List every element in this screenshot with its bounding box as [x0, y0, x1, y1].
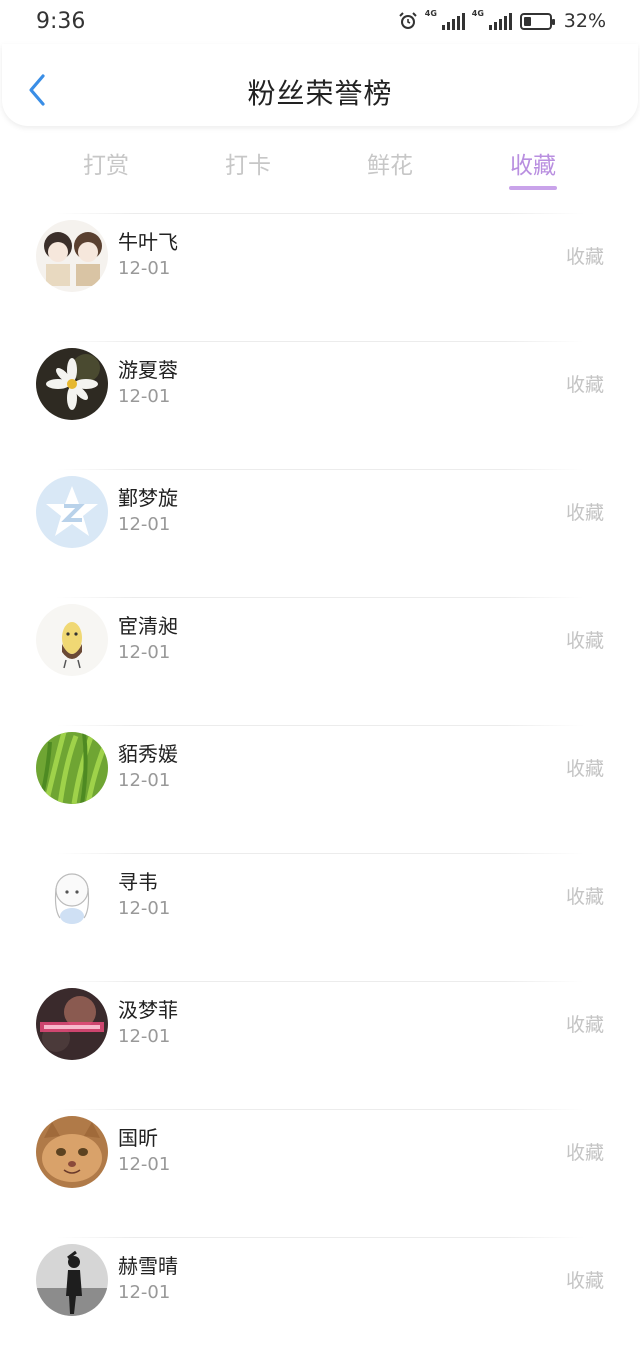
avatar [36, 732, 108, 804]
network-type-1: 4G [424, 8, 437, 18]
list-item[interactable]: 赫雪晴 12-01 收藏 [0, 1220, 640, 1348]
list-item[interactable]: 汲梦菲 12-01 收藏 [0, 964, 640, 1092]
avatar [36, 220, 108, 292]
tab-reward[interactable]: 打赏 [36, 146, 176, 180]
fan-name: 赫雪晴 [118, 1254, 178, 1278]
fan-date: 12-01 [118, 898, 171, 919]
list-item[interactable]: 牛叶飞 12-01 收藏 [0, 196, 640, 324]
tab-favorites[interactable]: 收藏 [463, 146, 603, 180]
battery-level [523, 16, 532, 26]
fan-name: 宦清昶 [118, 614, 178, 638]
action-label: 收藏 [565, 502, 604, 524]
avatar [36, 1244, 108, 1316]
status-icons: 4G 4G 32% [398, 9, 606, 32]
action-label: 收藏 [565, 630, 604, 652]
fan-name: 貊秀媛 [118, 742, 178, 766]
fan-date: 12-01 [118, 386, 171, 407]
tab-flowers[interactable]: 鲜花 [320, 146, 460, 180]
fan-date: 12-01 [118, 1154, 171, 1175]
action-label: 收藏 [565, 886, 604, 908]
fan-name: 牛叶飞 [118, 230, 178, 254]
status-time: 9:36 [36, 9, 86, 34]
action-label: 收藏 [565, 758, 604, 780]
fan-date: 12-01 [118, 1282, 171, 1303]
avatar [36, 988, 108, 1060]
page-title: 粉丝荣誉榜 [247, 77, 393, 110]
network-type-2: 4G [471, 8, 484, 18]
action-label: 收藏 [565, 246, 604, 268]
status-bar: 9:36 4G 4G 32% [0, 0, 640, 44]
fan-name: 寻韦 [118, 870, 158, 894]
list-item[interactable]: 寻韦 12-01 收藏 [0, 836, 640, 964]
action-label: 收藏 [565, 1270, 604, 1292]
signal-icon-2: 4G [472, 9, 512, 30]
fan-name: 鄞梦旋 [118, 486, 178, 510]
list-item[interactable]: 鄞梦旋 12-01 收藏 [0, 452, 640, 580]
list-item[interactable]: 国昕 12-01 收藏 [0, 1092, 640, 1220]
list-item[interactable]: 游夏蓉 12-01 收藏 [0, 324, 640, 452]
fan-list: 牛叶飞 12-01 收藏 游夏蓉 12-01 收藏 鄞梦旋 12-01 收藏 宦… [0, 196, 640, 1348]
avatar [36, 604, 108, 676]
fan-date: 12-01 [118, 642, 171, 663]
fan-date: 12-01 [118, 258, 171, 279]
tab-bar: 打赏 打卡 鲜花 收藏 [0, 140, 640, 200]
avatar [36, 1116, 108, 1188]
fan-date: 12-01 [118, 770, 171, 791]
nav-header: 粉丝荣誉榜 [2, 44, 638, 126]
fan-name: 游夏蓉 [118, 358, 178, 382]
active-tab-indicator [509, 186, 557, 190]
list-item[interactable]: 宦清昶 12-01 收藏 [0, 580, 640, 708]
signal-icon-1: 4G [425, 9, 465, 30]
action-label: 收藏 [565, 1142, 604, 1164]
fan-name: 国昕 [118, 1126, 158, 1150]
battery-percent: 32% [563, 10, 606, 32]
alarm-clock-icon [399, 12, 417, 29]
avatar [36, 476, 108, 548]
fan-date: 12-01 [118, 1026, 171, 1047]
avatar [36, 348, 108, 420]
tab-checkin[interactable]: 打卡 [178, 146, 318, 180]
list-item[interactable]: 貊秀媛 12-01 收藏 [0, 708, 640, 836]
avatar [36, 860, 108, 932]
fan-date: 12-01 [118, 514, 171, 535]
action-label: 收藏 [565, 1014, 604, 1036]
battery-icon [519, 12, 555, 30]
fan-name: 汲梦菲 [118, 998, 178, 1022]
action-label: 收藏 [565, 374, 604, 396]
